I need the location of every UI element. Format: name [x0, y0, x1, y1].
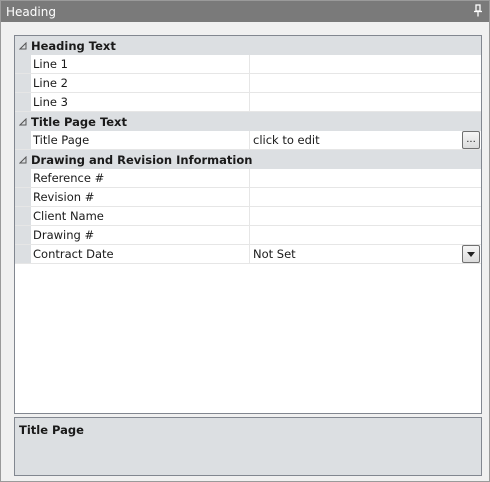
- property-value-text[interactable]: click to edit: [253, 133, 320, 147]
- property-grid: Heading Text Line 1 Line 2 Line 3 Title …: [14, 35, 482, 414]
- property-value-field[interactable]: [250, 188, 481, 206]
- ellipsis-button[interactable]: ...: [462, 131, 480, 149]
- property-name: Title Page: [31, 131, 250, 149]
- category-drawing-revision-info[interactable]: Drawing and Revision Information: [15, 150, 481, 169]
- property-row-title-page[interactable]: Title Page click to edit ...: [15, 131, 481, 150]
- property-name: Contract Date: [31, 245, 250, 263]
- property-value-text[interactable]: Not Set: [253, 247, 296, 261]
- property-name: Client Name: [31, 207, 250, 225]
- property-name: Line 2: [31, 74, 250, 92]
- property-name: Revision #: [31, 188, 250, 206]
- description-title: Title Page: [19, 423, 84, 437]
- property-value-field[interactable]: [250, 207, 481, 225]
- category-heading-text[interactable]: Heading Text: [15, 36, 481, 55]
- property-row-line-2[interactable]: Line 2: [15, 74, 481, 93]
- property-value-field[interactable]: [250, 169, 481, 187]
- property-row-client-name[interactable]: Client Name: [15, 207, 481, 226]
- property-value-field[interactable]: [250, 55, 481, 73]
- property-row-drawing[interactable]: Drawing #: [15, 226, 481, 245]
- property-name: Line 1: [31, 55, 250, 73]
- property-value-field[interactable]: Not Set: [250, 245, 481, 263]
- property-row-reference[interactable]: Reference #: [15, 169, 481, 188]
- panel-title: Heading: [6, 4, 56, 19]
- property-name: Reference #: [31, 169, 250, 187]
- description-pane: Title Page: [14, 417, 482, 476]
- property-name: Line 3: [31, 93, 250, 111]
- property-value-field[interactable]: [250, 74, 481, 92]
- property-row-line-1[interactable]: Line 1: [15, 55, 481, 74]
- collapse-triangle-icon[interactable]: [15, 150, 31, 169]
- category-label: Title Page Text: [31, 114, 127, 129]
- pin-icon[interactable]: [473, 4, 483, 17]
- panel-titlebar: Heading: [1, 1, 489, 22]
- property-value-field[interactable]: [250, 93, 481, 111]
- property-value-field[interactable]: [250, 226, 481, 244]
- heading-panel: Heading Heading Text Line 1 Line 2 Line: [0, 0, 490, 482]
- dropdown-button[interactable]: [462, 245, 480, 263]
- chevron-down-icon: [467, 251, 475, 257]
- category-label: Drawing and Revision Information: [31, 152, 253, 167]
- category-label: Heading Text: [31, 38, 116, 53]
- property-row-revision[interactable]: Revision #: [15, 188, 481, 207]
- property-name: Drawing #: [31, 226, 250, 244]
- property-row-line-3[interactable]: Line 3: [15, 93, 481, 112]
- collapse-triangle-icon[interactable]: [15, 36, 31, 55]
- property-value-field[interactable]: click to edit ...: [250, 131, 481, 149]
- property-row-contract-date[interactable]: Contract Date Not Set: [15, 245, 481, 264]
- collapse-triangle-icon[interactable]: [15, 112, 31, 131]
- category-title-page-text[interactable]: Title Page Text: [15, 112, 481, 131]
